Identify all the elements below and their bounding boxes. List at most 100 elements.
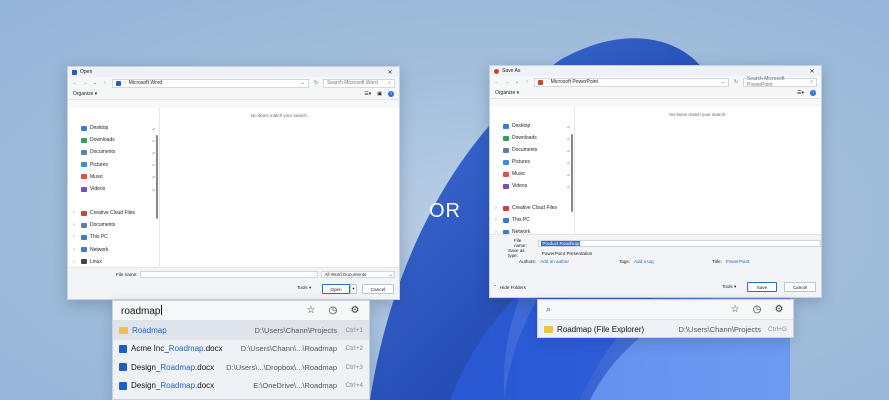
tools-menu[interactable]: Tools ▾ (722, 284, 736, 290)
pin-icon[interactable]: ⊿ (567, 136, 570, 141)
result-shortcut: Ctrl+4 (345, 382, 363, 390)
context-palette: ⌕ ☆ ◷ ⚙ Roadmap (File Explorer) D:\Users\… (537, 299, 794, 338)
chevron-right-icon[interactable]: › (73, 234, 78, 240)
organize-button[interactable]: Organize ▾ (495, 90, 519, 96)
preview-pane-icon[interactable]: ▣ (377, 91, 382, 97)
refresh-icon[interactable]: ↻ (733, 79, 739, 85)
star-icon[interactable]: ☆ (305, 305, 317, 316)
open-dialog-navbar: ← → ⌄ ↑ › Microsoft Word ⌄ ↻ Search Micr… (68, 77, 399, 89)
file-name-input[interactable] (140, 271, 319, 278)
open-dialog-footer: File name: All Word Documents ⌄ Tools ▾ … (68, 267, 399, 299)
pin-icon[interactable]: ⊿ (567, 160, 570, 165)
palette-result-row[interactable]: Roadmap D:\Users\Chann\Projects Ctrl+1 (113, 321, 369, 340)
palette-result-row[interactable]: Design_Roadmap.docx D:\Users\...\Dropbox\… (113, 358, 369, 377)
settings-icon[interactable]: ⚙ (349, 305, 361, 316)
forward-arrow-icon[interactable]: → (504, 79, 510, 85)
address-dropdown-icon[interactable]: ⌄ (301, 80, 305, 86)
tools-menu[interactable]: Tools ▾ (297, 285, 311, 291)
pin-icon[interactable]: ⊿ (567, 184, 570, 189)
palette-result-row[interactable]: Design_Roadmap.docx E:\OneDrive\...\Roadm… (113, 377, 369, 396)
folder-icon (544, 325, 553, 333)
nav-tree-item[interactable]: › This PC (490, 215, 570, 225)
hide-folders-toggle[interactable]: ⌃ Hide Folders (493, 284, 526, 290)
refresh-icon[interactable]: ↻ (313, 80, 319, 86)
view-options-icon[interactable]: ☰▾ (364, 91, 371, 97)
title-value[interactable]: PowerPoint (726, 259, 750, 264)
add-tag-link[interactable]: Add a tag (634, 259, 654, 264)
nav-scrollbar[interactable] (571, 134, 573, 212)
nav-item[interactable]: Music ⊿ (68, 172, 155, 182)
view-options-icon[interactable]: ☰▾ (797, 90, 804, 96)
nav-item[interactable]: Downloads ⊿ (68, 135, 155, 145)
pin-icon[interactable]: ⊿ (567, 148, 570, 153)
save-button[interactable]: Save (747, 282, 777, 292)
chevron-right-icon[interactable]: › (73, 222, 78, 228)
up-arrow-icon[interactable]: ↑ (102, 80, 108, 86)
nav-item[interactable]: Documents ⊿ (490, 145, 570, 155)
chevron-down-icon[interactable]: ⌄ (514, 79, 520, 85)
nav-item-label: Videos (512, 183, 528, 189)
close-icon[interactable]: ✕ (807, 68, 817, 75)
nav-item[interactable]: Videos ⊿ (68, 184, 155, 194)
nav-item[interactable]: Desktop ⊿ (490, 121, 570, 131)
organize-button[interactable]: Organize ▾ (73, 91, 97, 97)
search-box[interactable]: Search Microsoft PowerPoint ⌕ (743, 76, 817, 88)
pin-icon[interactable]: ⊿ (152, 126, 155, 131)
nav-scrollbar[interactable] (156, 135, 158, 219)
settings-icon[interactable]: ⚙ (773, 304, 785, 315)
back-arrow-icon[interactable]: ← (494, 79, 500, 85)
nav-item[interactable]: Documents ⊿ (68, 147, 155, 157)
nav-tree-item[interactable]: › This PC (68, 232, 155, 242)
forward-arrow-icon[interactable]: → (82, 80, 88, 86)
pin-icon[interactable]: ⊿ (152, 162, 155, 167)
nav-item[interactable]: Pictures ⊿ (68, 160, 155, 170)
file-type-select[interactable]: All Word Documents ⌄ (321, 271, 396, 278)
open-button[interactable]: Open (322, 284, 350, 294)
up-arrow-icon[interactable]: ↑ (524, 79, 530, 85)
palette-result-row[interactable]: Roadmap (File Explorer) D:\Users\Chann\Pr… (538, 320, 793, 339)
history-icon[interactable]: ◷ (751, 304, 763, 315)
chevron-right-icon[interactable]: › (495, 217, 500, 223)
cancel-button[interactable]: Cancel (362, 284, 394, 294)
chevron-right-icon[interactable]: › (73, 247, 78, 253)
nav-tree-item[interactable]: › Documents (68, 220, 155, 230)
videos-icon (503, 183, 509, 189)
palette-result-row[interactable]: Acme Inc_Roadmap.docx D:\Users\Chann\...\… (113, 340, 369, 359)
palette-search-input[interactable]: roadmap (121, 304, 295, 317)
nav-tree-item[interactable]: › Creative Cloud Files (490, 203, 570, 213)
nav-item[interactable]: Downloads ⊿ (490, 133, 570, 143)
close-icon[interactable]: ✕ (385, 69, 395, 76)
chevron-right-icon[interactable]: › (73, 259, 78, 265)
pin-icon[interactable]: ⊿ (152, 150, 155, 155)
nav-tree-item[interactable]: › Network (68, 245, 155, 255)
nav-item[interactable]: Videos ⊿ (490, 181, 570, 191)
save-type-select[interactable]: PowerPoint Presentation (539, 250, 821, 257)
history-icon[interactable]: ◷ (327, 305, 339, 316)
search-box[interactable]: Search Microsoft Word ⌕ (323, 78, 395, 88)
nav-tree-item[interactable]: › Linux (68, 257, 155, 267)
help-icon[interactable]: ? (810, 90, 816, 96)
help-icon[interactable]: ? (388, 91, 394, 97)
palette-search-input[interactable]: ⌕ (546, 304, 719, 315)
chevron-right-icon[interactable]: › (495, 205, 500, 211)
nav-item[interactable]: Music ⊿ (490, 169, 570, 179)
pin-icon[interactable]: ⊿ (152, 138, 155, 143)
add-author-link[interactable]: Add an author (540, 259, 569, 264)
address-dropdown-icon[interactable]: ⌄ (721, 79, 725, 85)
address-bar[interactable]: › Microsoft Word ⌄ (112, 78, 309, 88)
back-arrow-icon[interactable]: ← (72, 80, 78, 86)
cancel-button[interactable]: Cancel (784, 282, 816, 292)
pin-icon[interactable]: ⊿ (567, 124, 570, 129)
pin-icon[interactable]: ⊿ (152, 187, 155, 192)
nav-item[interactable]: Desktop ⊿ (68, 123, 155, 133)
chevron-down-icon[interactable]: ⌄ (92, 80, 98, 86)
star-icon[interactable]: ☆ (729, 304, 741, 315)
address-bar[interactable]: › Microsoft PowerPoint ⌄ (534, 77, 729, 87)
file-name-input[interactable]: Product Roadmap (538, 239, 821, 247)
pin-icon[interactable]: ⊿ (567, 172, 570, 177)
pin-icon[interactable]: ⊿ (152, 174, 155, 179)
chevron-right-icon[interactable]: › (73, 210, 78, 216)
nav-tree-item[interactable]: › Creative Cloud Files (68, 208, 155, 218)
nav-item[interactable]: Pictures ⊿ (490, 157, 570, 167)
open-split-arrow[interactable]: ▾ (350, 284, 357, 294)
